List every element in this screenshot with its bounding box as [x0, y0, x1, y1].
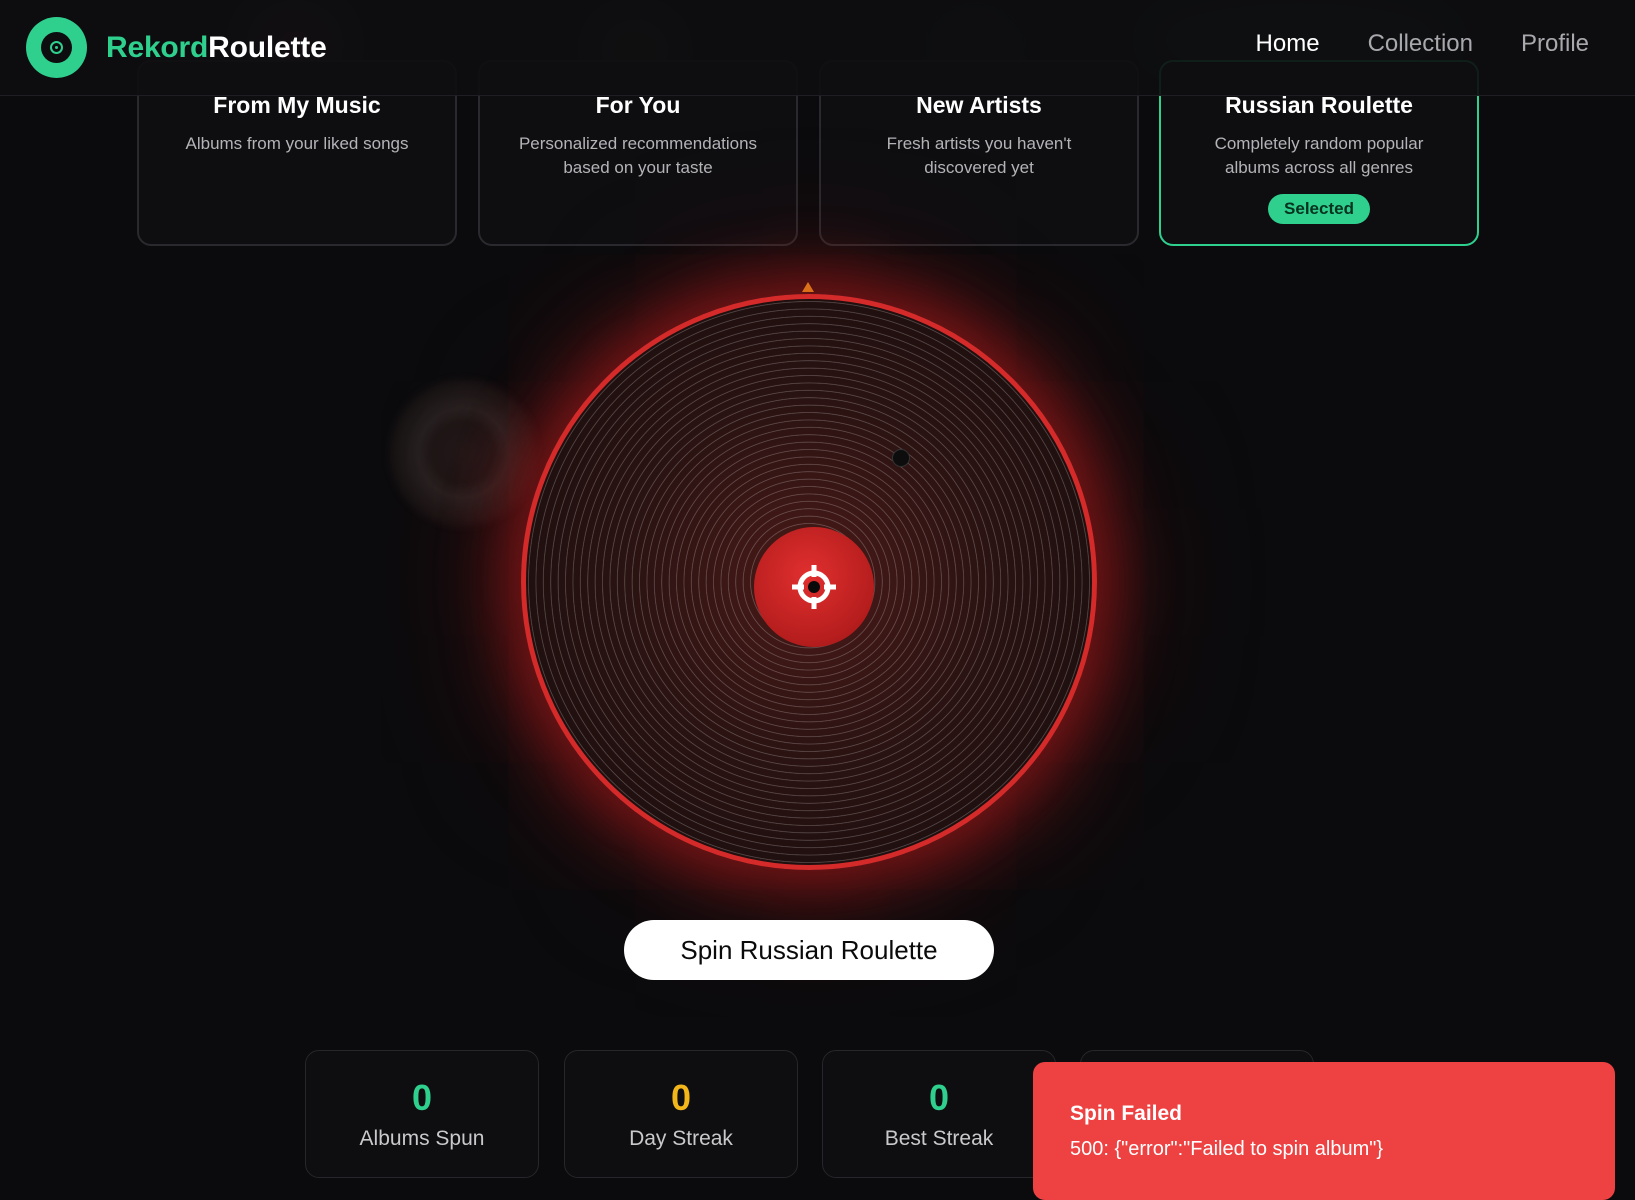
selected-badge: Selected [1268, 194, 1370, 224]
stat-value: 0 [411, 1077, 433, 1118]
nav-home[interactable]: Home [1256, 30, 1320, 58]
nav-collection[interactable]: Collection [1368, 30, 1473, 58]
record-center-label[interactable] [754, 527, 874, 647]
top-header: RekordRoulette Home Collection Profile [0, 0, 1635, 96]
mode-title: Russian Roulette [1225, 92, 1413, 118]
vinyl-record [521, 294, 1097, 870]
stat-label: Best Streak [884, 1127, 994, 1150]
stat-value: 0 [928, 1077, 950, 1118]
mode-title: From My Music [213, 92, 381, 118]
main-nav: Home Collection Profile [1256, 30, 1589, 58]
stat-label: Day Streak [629, 1127, 733, 1150]
record-marker-dot [892, 449, 910, 467]
spin-button[interactable]: Spin Russian Roulette [624, 920, 994, 980]
stat-card-best-streak: 0 Best Streak [822, 1050, 1056, 1178]
brand-name: RekordRoulette [106, 31, 327, 65]
brand[interactable]: RekordRoulette [26, 17, 327, 78]
pointer-triangle-icon [802, 282, 814, 292]
stat-card-albums-spun: 0 Albums Spun [305, 1050, 539, 1178]
crosshair-icon [792, 565, 836, 609]
mode-description: Albums from your liked songs [185, 134, 409, 153]
stat-value: 0 [670, 1077, 692, 1118]
brand-name-part2: Roulette [208, 30, 327, 64]
nav-profile[interactable]: Profile [1521, 30, 1589, 58]
stat-card-day-streak: 0 Day Streak [564, 1050, 798, 1178]
mode-title: New Artists [916, 92, 1042, 118]
mode-description: Fresh artists you haven't discovered yet [886, 134, 1072, 177]
toast-message: 500: {"error":"Failed to spin album"} [1070, 1138, 1384, 1160]
toast-title: Spin Failed [1070, 1102, 1183, 1125]
mode-description: Personalized recommendations based on yo… [518, 134, 758, 177]
brand-name-part1: Rekord [106, 30, 209, 64]
vinyl-logo-icon [26, 17, 87, 78]
mode-title: For You [595, 92, 681, 118]
stat-label: Albums Spun [359, 1127, 485, 1150]
ghost-disc-decoration [393, 383, 533, 523]
error-toast[interactable]: Spin Failed 500: {"error":"Failed to spi… [1033, 1062, 1615, 1200]
roulette-wheel[interactable] [521, 294, 1097, 870]
mode-description: Completely random popular albums across … [1214, 134, 1424, 177]
